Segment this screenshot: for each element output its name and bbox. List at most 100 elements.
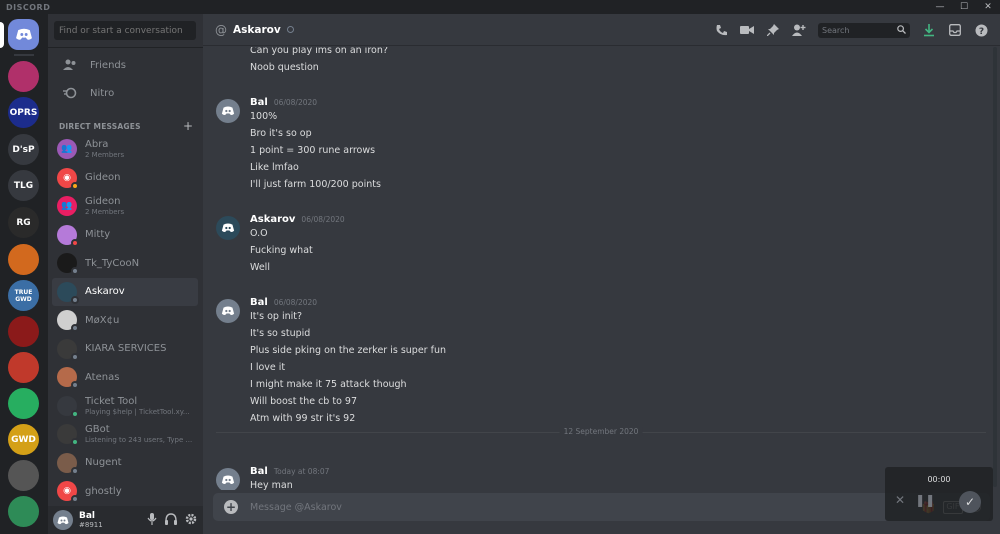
dm-avatar: 👥 [57,139,77,160]
dm-item[interactable]: ◉ ghostly [52,477,198,506]
message-composer[interactable]: + Message @Askarov 🎁 GIF ☺ [213,493,990,521]
message-line: 1 point = 300 rune arrows [250,145,376,156]
dm-subtitle: Playing $help | TicketTool.xy... [85,407,190,416]
server-icon-7[interactable]: TRUE GWD [8,280,39,311]
dm-item[interactable]: MøX¢u [52,306,198,335]
video-call-icon[interactable] [734,25,760,35]
dm-item[interactable]: Atenas [52,363,198,392]
maximize-button[interactable]: ☐ [952,0,976,14]
dm-subtitle: 2 Members [85,151,125,160]
message-timestamp: Today at 08:07 [273,467,330,476]
headphones-icon[interactable] [165,512,177,528]
dm-item[interactable]: GBot Listening to 243 users, Type ... [52,420,198,449]
dm-text: Abra 2 Members [85,139,124,159]
server-label: OPRS [9,107,38,118]
dm-item[interactable]: KIARA SERVICES [52,335,198,364]
window-controls: — ☐ ✕ [928,0,1000,14]
server-icon-3[interactable]: D'sP [8,134,39,165]
dm-item[interactable]: Askarov [52,277,198,306]
chat-search-placeholder: Search [822,25,850,35]
attach-plus-icon[interactable]: + [224,500,238,514]
dm-name: KIARA SERVICES [85,343,167,355]
server-icon-6[interactable] [8,244,39,275]
server-icon-12[interactable] [8,460,39,491]
message-avatar[interactable] [216,299,240,323]
settings-gear-icon[interactable] [185,513,197,528]
presence-status-dot [71,267,79,276]
dm-name: Nugent [85,457,122,469]
dm-name: Atenas [85,371,120,383]
confirm-recording-icon[interactable]: ✓ [959,491,981,513]
cancel-recording-icon[interactable]: ✕ [895,493,905,507]
dm-avatar [57,281,79,304]
presence-status-dot [71,295,79,304]
presence-status-dot [71,409,79,418]
message-avatar[interactable] [216,99,240,123]
dm-avatar: ◉ [57,167,79,190]
help-icon[interactable]: ? [968,24,994,37]
dm-item[interactable]: ◉ Gideon [52,164,198,193]
recording-controls: ✕ ❚❚ [895,493,935,507]
message-scrollbar[interactable] [993,47,997,487]
presence-status-dot [71,352,79,361]
dm-item[interactable]: Ticket Tool Playing $help | TicketTool.xy… [52,392,198,421]
inbox-icon[interactable] [942,24,968,36]
server-divider [14,54,34,56]
nav-friends[interactable]: Friends [52,53,198,77]
search-icon [897,24,906,36]
chat-search-input[interactable]: Search [818,22,910,38]
server-icon-1[interactable] [8,61,39,92]
server-icon-10[interactable] [8,388,39,419]
chat-header: @ Askarov Search ? [203,14,1000,46]
server-icon-11[interactable]: GWD [8,424,39,455]
server-icon-4[interactable]: TLG [8,170,39,201]
download-icon[interactable] [916,23,942,37]
message-timestamp: 06/08/2020 [273,298,318,307]
create-dm-icon[interactable]: + [183,119,193,133]
dm-avatar [57,395,79,418]
message-avatar[interactable] [216,216,240,240]
message-author[interactable]: Bal [250,97,268,108]
dm-item[interactable]: Mitty [52,221,198,250]
user-avatar[interactable] [53,510,73,530]
pause-recording-icon[interactable]: ❚❚ [915,493,935,507]
message-line: 100% [250,111,278,122]
server-icon-8[interactable] [8,316,39,347]
nav-friends-label: Friends [90,59,126,71]
server-icon-2[interactable]: OPRS [8,97,39,128]
discord-logo-icon [221,223,235,233]
dm-name: Tk_TyCooN [85,257,140,269]
message-avatar[interactable] [216,468,240,490]
server-icon-13[interactable] [8,496,39,527]
title-bar: DISCORD — ☐ ✕ [0,0,1000,14]
voice-call-icon[interactable] [708,24,734,37]
message-author[interactable]: Askarov [250,214,295,225]
message-author[interactable]: Bal [250,297,268,308]
server-icon-5[interactable]: RG [8,207,39,238]
minimize-button[interactable]: — [928,0,952,14]
add-friend-icon[interactable] [786,24,812,36]
user-panel: Bal #8911 [48,506,203,534]
dm-text: Gideon 2 Members [85,196,124,216]
message-line: It's op init? [250,311,303,322]
dm-item[interactable]: Nugent [52,449,198,478]
message-timestamp: 06/08/2020 [301,215,345,224]
dm-name: Abra [85,139,109,151]
microphone-icon[interactable] [147,512,157,528]
dm-item[interactable]: Tk_TyCooN [52,249,198,278]
dm-sidebar: Friends Nitro DIRECT MESSAGES + 👥 Abra2 M… [48,14,203,534]
pin-icon[interactable] [760,24,786,36]
message-author[interactable]: Bal [250,466,268,477]
nav-nitro[interactable]: Nitro [52,81,198,105]
dm-section-header: DIRECT MESSAGES + [59,119,193,133]
user-names: Bal #8911 [79,511,103,529]
svg-text:?: ? [978,27,983,37]
discord-home-button[interactable] [8,19,39,50]
close-button[interactable]: ✕ [976,0,1000,14]
date-divider-label: 12 September 2020 [559,427,643,436]
presence-status-dot [71,438,79,447]
server-icon-9[interactable] [8,352,39,383]
dm-item[interactable]: 👥 Abra 2 Members [52,135,198,164]
find-conversation-input[interactable] [54,21,196,40]
dm-item[interactable]: 👥 Gideon 2 Members [52,192,198,221]
